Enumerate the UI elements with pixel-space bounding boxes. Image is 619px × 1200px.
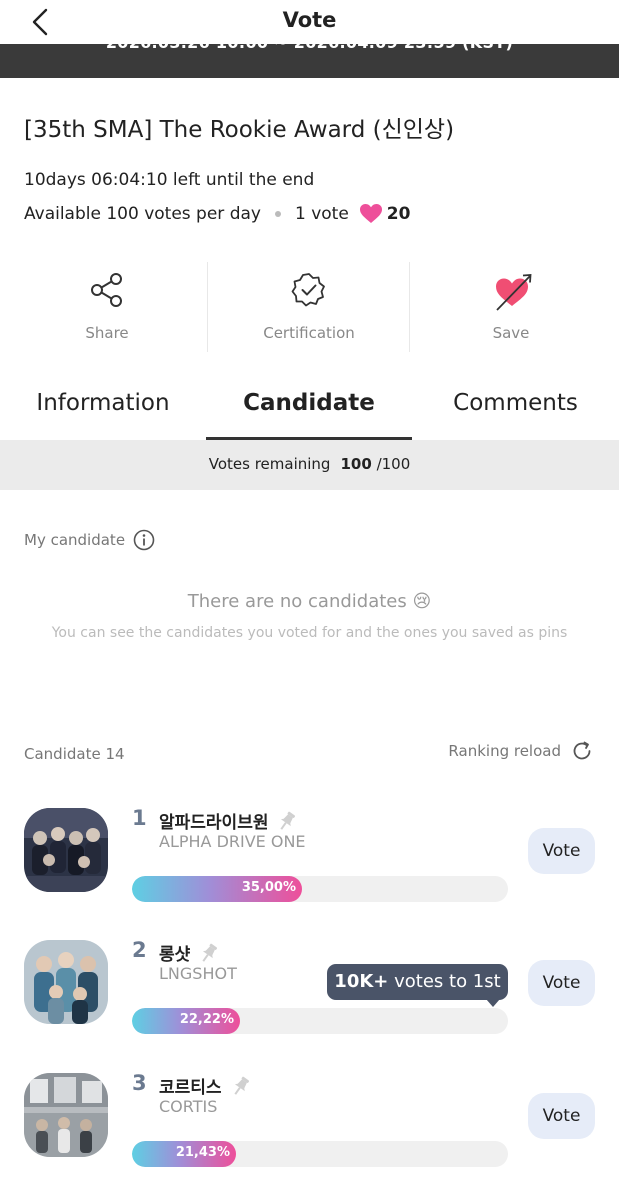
vote-period-text: 2026.03.26 10:00 ~ 2026.04.09 23:59 (KST… xyxy=(0,44,619,52)
candidate-count: Candidate 14 xyxy=(24,745,125,763)
time-left-text: 10days 06:04:10 left until the end xyxy=(24,170,315,190)
candidate-name-english: ALPHA DRIVE ONE xyxy=(159,832,306,851)
per-vote-text: 1 vote xyxy=(294,203,349,224)
tooltip-strong: 10K+ xyxy=(334,971,389,992)
separator-dot xyxy=(274,210,281,217)
vote-title: [35th SMA] The Rookie Award (신인상) xyxy=(24,117,455,143)
certification-badge-icon xyxy=(291,273,325,307)
tooltip-tail xyxy=(486,999,500,1007)
pin-icon[interactable] xyxy=(198,942,220,964)
votes-to-first-tooltip: 10K+ votes to 1st xyxy=(327,964,508,1000)
top-header: Vote xyxy=(0,0,619,44)
divider xyxy=(409,262,410,352)
tab-candidate[interactable]: Candidate xyxy=(206,380,412,440)
pin-icon[interactable] xyxy=(276,810,298,832)
my-candidate-header: My candidate xyxy=(24,529,155,551)
vote-button[interactable]: Vote xyxy=(528,960,595,1006)
candidate-row: 1 알파드라이브원 ALPHA DRIVE ONE 35,00% Vote xyxy=(0,806,619,933)
vote-share-percent: 22,22% xyxy=(179,1012,234,1027)
empty-state-title: There are no candidates 😢 xyxy=(187,591,432,612)
candidate-rank: 2 xyxy=(132,938,147,962)
vote-share-bar: 22,22% xyxy=(132,1008,508,1034)
empty-state-subtitle: You can see the candidates you voted for… xyxy=(51,625,568,641)
candidate-name-korean: 코르티스 xyxy=(159,1073,252,1098)
vote-share-percent: 35,00% xyxy=(241,880,296,895)
candidate-rank: 1 xyxy=(132,806,147,830)
page-title: Vote xyxy=(282,8,337,32)
candidate-row: 3 코르티스 CORTIS 21,43% Vote xyxy=(0,1071,619,1198)
vote-button[interactable]: Vote xyxy=(528,828,595,874)
tab-bar: Information Candidate Comments xyxy=(0,380,619,440)
save-label: Save xyxy=(492,324,530,342)
candidate-avatar xyxy=(24,940,108,1024)
heart-cost: 20 xyxy=(386,203,411,224)
candidate-avatar xyxy=(24,808,108,892)
tooltip-text: votes to 1st xyxy=(388,971,501,992)
candidate-korean-label: 롱샷 xyxy=(159,945,191,965)
vote-period-banner: 2026.03.26 10:00 ~ 2026.04.09 23:59 (KST… xyxy=(0,44,619,78)
vote-share-fill: 22,22% xyxy=(132,1008,240,1034)
certification-label: Certification xyxy=(263,324,355,342)
my-candidate-label: My candidate xyxy=(24,531,126,549)
pin-icon[interactable] xyxy=(230,1075,252,1097)
available-votes-text: Available 100 votes per day xyxy=(24,203,261,224)
share-icon xyxy=(91,273,122,307)
votes-remaining-value: 100 xyxy=(340,455,372,473)
info-icon[interactable] xyxy=(133,529,155,551)
certification-button[interactable]: Certification xyxy=(209,262,409,352)
candidate-row: 2 롱샷 LNGSHOT 22,22% Vote xyxy=(0,938,619,1065)
votes-remaining-total: /100 xyxy=(376,455,411,473)
heart-icon xyxy=(359,204,382,223)
ranking-reload-button[interactable]: Ranking reload xyxy=(448,740,593,762)
save-button[interactable]: Save xyxy=(411,262,611,352)
candidate-name-english: CORTIS xyxy=(159,1097,218,1116)
ranking-reload-label: Ranking reload xyxy=(448,742,561,760)
tab-information[interactable]: Information xyxy=(0,380,206,440)
availability-row: Available 100 votes per day 1 vote 20 xyxy=(24,203,410,224)
candidate-name-korean: 롱샷 xyxy=(159,940,220,965)
vote-share-bar: 21,43% xyxy=(132,1141,508,1167)
votes-remaining-bar: Votes remaining 100 /100 xyxy=(0,440,619,490)
candidate-korean-label: 알파드라이브원 xyxy=(159,813,269,833)
vote-share-bar: 35,00% xyxy=(132,876,508,902)
candidate-korean-label: 코르티스 xyxy=(159,1078,222,1098)
heart-arrow-icon xyxy=(496,274,532,311)
candidate-name-english: LNGSHOT xyxy=(159,964,237,983)
reload-icon xyxy=(573,741,591,760)
tab-comments[interactable]: Comments xyxy=(412,380,619,440)
share-label: Share xyxy=(85,324,129,342)
action-row: Share Certification Save xyxy=(0,262,619,352)
vote-share-percent: 21,43% xyxy=(175,1145,230,1160)
candidate-rank: 3 xyxy=(132,1071,147,1095)
share-button[interactable]: Share xyxy=(7,262,207,352)
vote-share-fill: 21,43% xyxy=(132,1141,236,1167)
candidate-avatar xyxy=(24,1073,108,1157)
candidate-name-korean: 알파드라이브원 xyxy=(159,808,298,833)
vote-button[interactable]: Vote xyxy=(528,1093,595,1139)
vote-share-fill: 35,00% xyxy=(132,876,302,902)
votes-remaining-label: Votes remaining xyxy=(208,455,331,473)
divider xyxy=(207,262,208,352)
